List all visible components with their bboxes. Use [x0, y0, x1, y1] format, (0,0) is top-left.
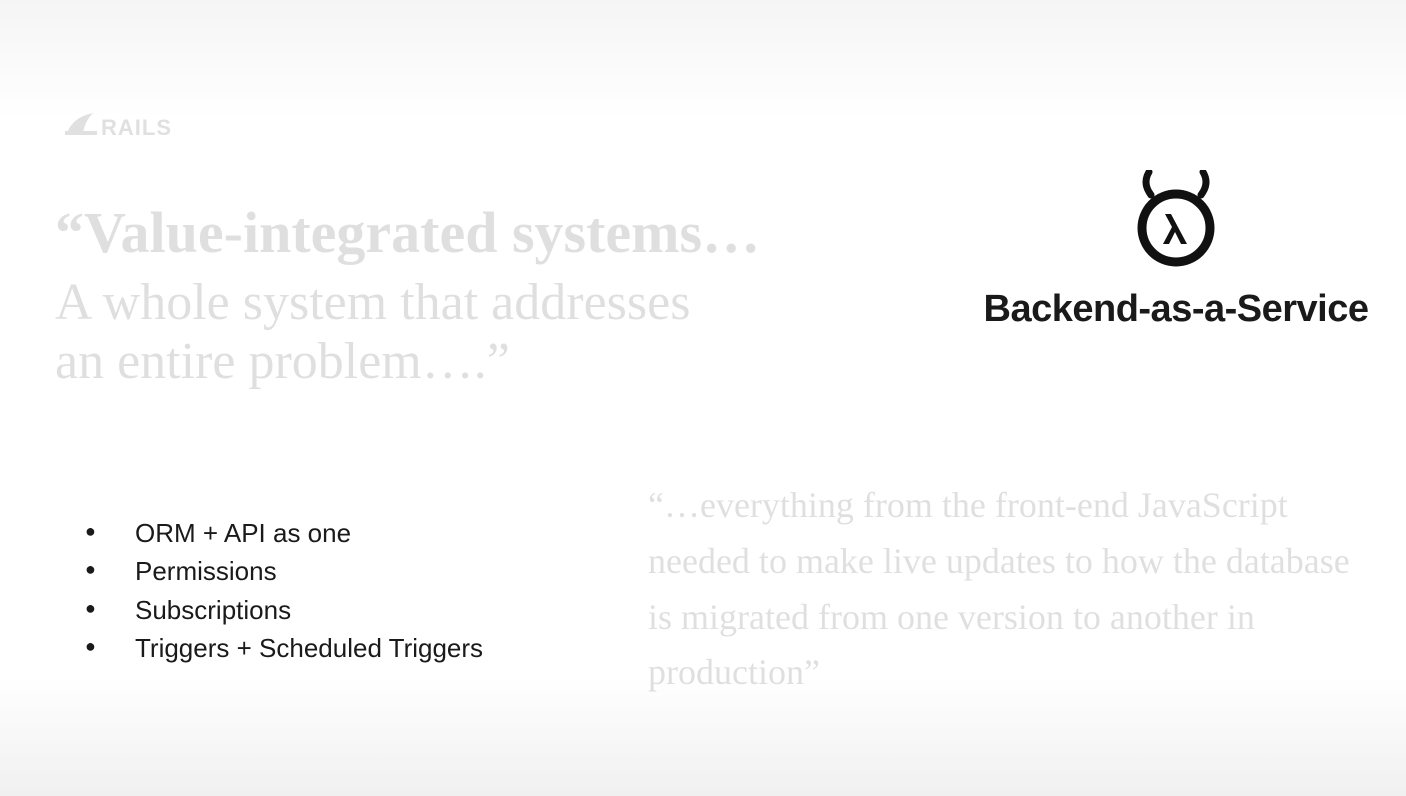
- quote-body-line2: an entire problem….”: [55, 333, 510, 390]
- baas-title: Backend-as-a-Service: [966, 288, 1386, 331]
- feature-bullets: ORM + API as one Permissions Subscriptio…: [85, 515, 483, 669]
- baas-section: Backend-as-a-Service: [966, 170, 1386, 331]
- bullet-item: ORM + API as one: [85, 515, 483, 551]
- bullet-item: Subscriptions: [85, 592, 483, 628]
- quote-title-text: Value-integrated systems: [84, 200, 702, 265]
- quote-title-trail: …: [702, 200, 760, 265]
- rails-logo: RAILS: [65, 105, 185, 150]
- bullet-item: Permissions: [85, 553, 483, 589]
- main-quote-block: “Value-integrated systems… A whole syste…: [55, 200, 935, 392]
- quote-body-line1: A whole system that addresses: [55, 274, 690, 331]
- svg-text:RAILS: RAILS: [101, 115, 172, 140]
- quote-title: “Value-integrated systems…: [55, 200, 935, 267]
- hasura-lambda-icon: [1131, 170, 1221, 270]
- side-quote-block: “…everything from the front-end JavaScri…: [648, 478, 1368, 701]
- open-quote-mark: “: [55, 200, 84, 265]
- quote-body: A whole system that addresses an entire …: [55, 273, 935, 393]
- bullet-item: Triggers + Scheduled Triggers: [85, 630, 483, 666]
